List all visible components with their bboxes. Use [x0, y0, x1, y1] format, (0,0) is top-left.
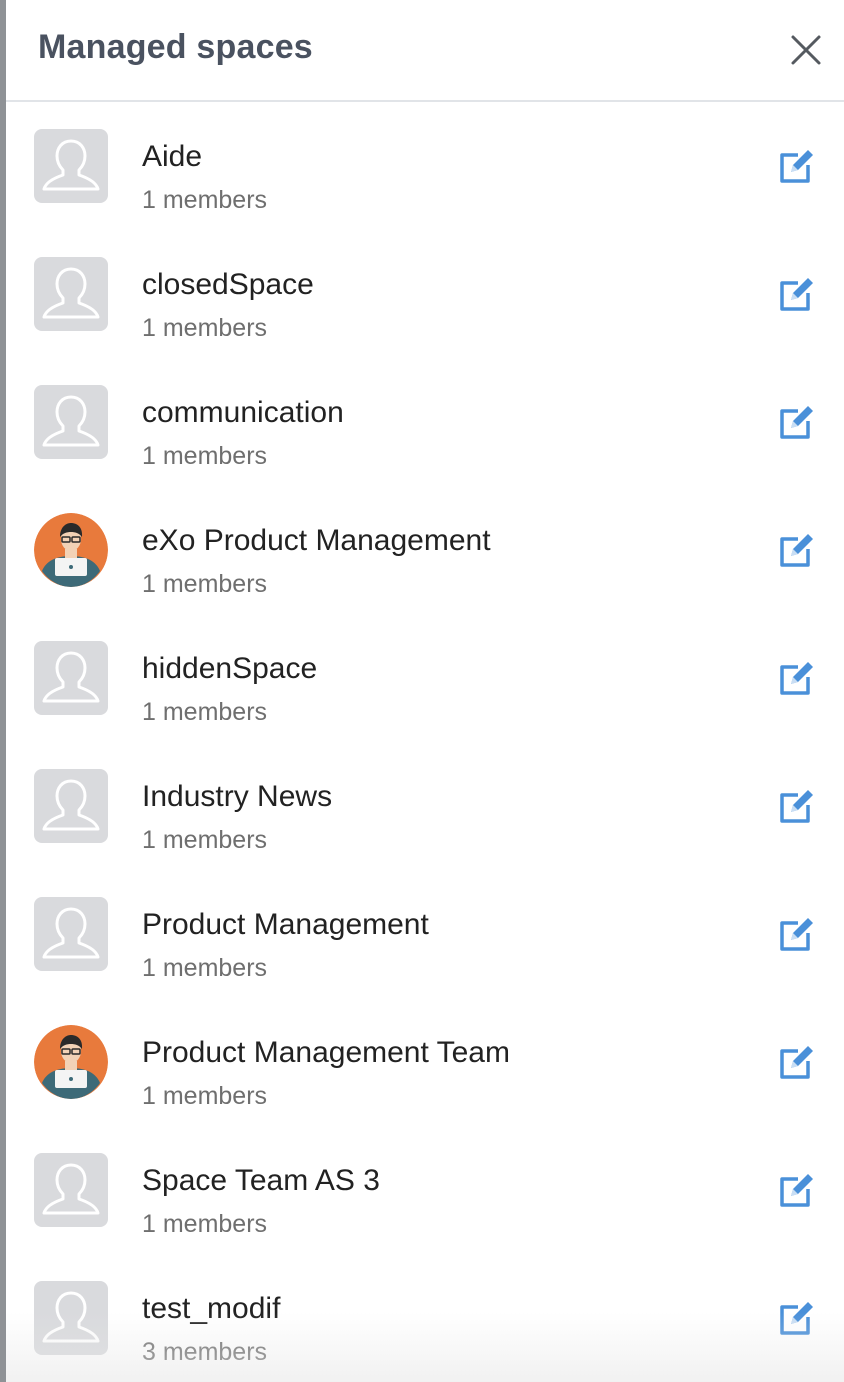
space-list-item: Product Management Team 1 members	[6, 998, 844, 1126]
edit-icon	[780, 1174, 813, 1207]
space-members-count: 3 members	[142, 1338, 268, 1366]
space-list-item: eXo Product Management 1 members	[6, 486, 844, 614]
person-silhouette-icon	[34, 257, 108, 331]
space-name[interactable]: communication	[142, 396, 344, 430]
default-space-avatar[interactable]	[34, 897, 108, 971]
edit-space-button[interactable]	[776, 915, 816, 955]
person-silhouette-icon	[34, 1281, 108, 1355]
space-name[interactable]: eXo Product Management	[142, 524, 491, 558]
default-space-avatar[interactable]	[34, 1153, 108, 1227]
space-members-count: 1 members	[142, 314, 268, 342]
edit-icon	[780, 406, 813, 439]
default-space-avatar[interactable]	[34, 385, 108, 459]
space-members-count: 1 members	[142, 570, 268, 598]
person-silhouette-icon	[34, 385, 108, 459]
space-list-item: Space Team AS 3 1 members	[6, 1126, 844, 1254]
person-laptop-icon	[34, 1025, 108, 1099]
edit-icon	[780, 278, 813, 311]
drawer-header: Managed spaces	[6, 0, 844, 102]
space-name[interactable]: closedSpace	[142, 268, 314, 302]
space-name[interactable]: Industry News	[142, 780, 332, 814]
space-list-item: hiddenSpace 1 members	[6, 614, 844, 742]
person-silhouette-icon	[34, 129, 108, 203]
drawer-title: Managed spaces	[38, 28, 313, 66]
space-list-item: closedSpace 1 members	[6, 230, 844, 358]
edit-space-button[interactable]	[776, 787, 816, 827]
edit-space-button[interactable]	[776, 531, 816, 571]
space-members-count: 1 members	[142, 826, 268, 854]
close-button[interactable]	[786, 30, 826, 70]
space-list-item: Product Management 1 members	[6, 870, 844, 998]
edit-icon	[780, 918, 813, 951]
default-space-avatar[interactable]	[34, 129, 108, 203]
person-laptop-avatar[interactable]	[34, 1025, 108, 1099]
edit-icon	[780, 1302, 813, 1335]
edit-icon	[780, 662, 813, 695]
person-silhouette-icon	[34, 641, 108, 715]
edit-space-button[interactable]	[776, 1299, 816, 1339]
person-silhouette-icon	[34, 897, 108, 971]
edit-space-button[interactable]	[776, 1171, 816, 1211]
default-space-avatar[interactable]	[34, 769, 108, 843]
managed-spaces-drawer: Managed spaces Aide 1 members closedSpac…	[6, 0, 844, 1382]
edit-icon	[780, 534, 813, 567]
space-list-item: communication 1 members	[6, 358, 844, 486]
space-list-item: test_modif 3 members	[6, 1254, 844, 1382]
edit-space-button[interactable]	[776, 275, 816, 315]
space-members-count: 1 members	[142, 1082, 268, 1110]
edit-space-button[interactable]	[776, 659, 816, 699]
close-icon	[791, 35, 821, 65]
default-space-avatar[interactable]	[34, 257, 108, 331]
space-name[interactable]: Product Management	[142, 908, 429, 942]
space-list-item: Aide 1 members	[6, 102, 844, 230]
person-silhouette-icon	[34, 1153, 108, 1227]
person-laptop-icon	[34, 513, 108, 587]
space-name[interactable]: Product Management Team	[142, 1036, 510, 1070]
edit-icon	[780, 790, 813, 823]
space-members-count: 1 members	[142, 1210, 268, 1238]
space-name[interactable]: Aide	[142, 140, 202, 174]
space-members-count: 1 members	[142, 698, 268, 726]
space-members-count: 1 members	[142, 954, 268, 982]
person-laptop-avatar[interactable]	[34, 513, 108, 587]
edit-icon	[780, 1046, 813, 1079]
space-name[interactable]: Space Team AS 3	[142, 1164, 380, 1198]
space-list-item: Industry News 1 members	[6, 742, 844, 870]
space-members-count: 1 members	[142, 442, 268, 470]
space-name[interactable]: hiddenSpace	[142, 652, 317, 686]
edit-space-button[interactable]	[776, 403, 816, 443]
space-name[interactable]: test_modif	[142, 1292, 280, 1326]
default-space-avatar[interactable]	[34, 641, 108, 715]
person-silhouette-icon	[34, 769, 108, 843]
edit-space-button[interactable]	[776, 1043, 816, 1083]
space-list: Aide 1 members closedSpace 1 members com…	[6, 102, 844, 1382]
default-space-avatar[interactable]	[34, 1281, 108, 1355]
space-members-count: 1 members	[142, 186, 268, 214]
edit-space-button[interactable]	[776, 147, 816, 187]
edit-icon	[780, 150, 813, 183]
